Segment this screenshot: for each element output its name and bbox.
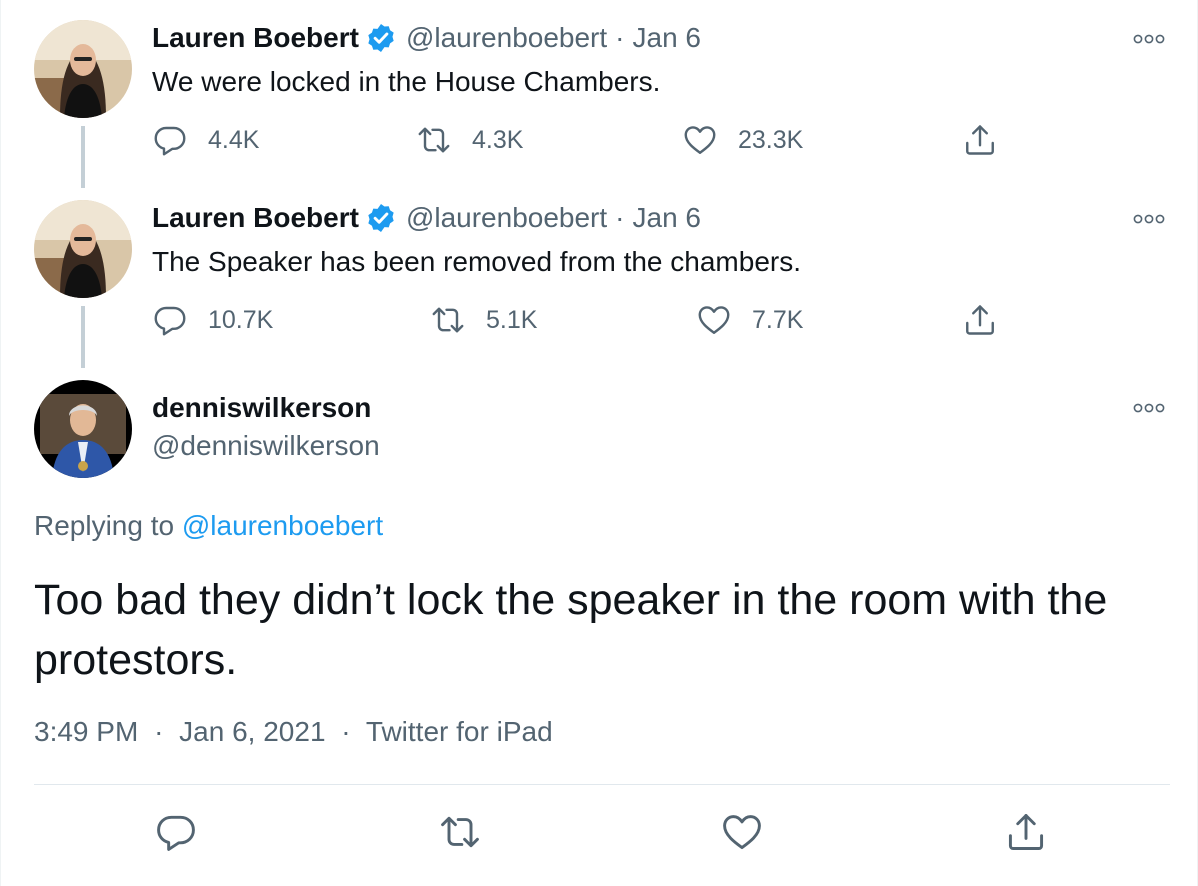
retweet-count: 4.3K: [472, 125, 524, 154]
main-tweet-actions: [0, 810, 1198, 860]
tweet-header: Lauren Boebert @laurenboebert · Jan 6: [152, 202, 701, 234]
author-name[interactable]: denniswilkerson: [152, 392, 371, 424]
tweet-date[interactable]: Jan 6: [633, 22, 702, 54]
author-handle[interactable]: @laurenboebert: [406, 22, 607, 54]
author-handle[interactable]: @denniswilkerson: [152, 430, 380, 462]
divider: [34, 784, 1170, 785]
verified-badge-icon: [365, 22, 397, 54]
avatar-photo: [34, 380, 132, 478]
avatar[interactable]: [34, 200, 132, 298]
separator: ·: [154, 716, 164, 747]
tweet-source[interactable]: Twitter for iPad: [366, 716, 553, 747]
retweet-icon: [430, 302, 466, 338]
thread-connector-line: [81, 306, 85, 368]
author-name[interactable]: Lauren Boebert: [152, 22, 359, 54]
reply-icon[interactable]: [154, 810, 198, 854]
thread-connector-line: [81, 126, 85, 188]
tweet-text: Too bad they didn’t lock the speaker in …: [34, 576, 1108, 684]
reply-icon: [152, 302, 188, 338]
retweet-icon[interactable]: [438, 810, 482, 854]
replying-to-label: Replying to: [34, 510, 175, 541]
separator: ·: [341, 716, 351, 747]
tweet-text: The Speaker has been removed from the ch…: [152, 246, 802, 277]
more-options-icon[interactable]: [1132, 33, 1166, 45]
tweet-date[interactable]: Jan 6, 2021: [179, 716, 325, 747]
reply-icon: [152, 122, 188, 158]
tweet-header: Lauren Boebert @laurenboebert · Jan 6: [152, 22, 701, 54]
tweet-metadata: 3:49 PM · Jan 6, 2021 · Twitter for iPad: [34, 716, 553, 748]
share-icon: [962, 122, 998, 158]
retweet-button[interactable]: 4.3K: [416, 122, 523, 158]
avatar[interactable]: [34, 380, 132, 478]
separator: ·: [615, 202, 625, 233]
retweet-count: 5.1K: [486, 305, 538, 334]
reply-button[interactable]: 10.7K: [152, 302, 273, 338]
tweet-time[interactable]: 3:49 PM: [34, 716, 138, 747]
more-options-icon[interactable]: [1132, 213, 1166, 225]
replying-to: Replying to @laurenboebert: [34, 510, 383, 542]
reply-button[interactable]: 4.4K: [152, 122, 259, 158]
retweet-icon: [416, 122, 452, 158]
reply-count: 10.7K: [208, 305, 274, 334]
share-button[interactable]: [962, 302, 1018, 338]
avatar-photo: [34, 200, 132, 298]
frame-left-edge: [0, 0, 1, 886]
like-count: 23.3K: [738, 125, 804, 154]
like-button[interactable]: 7.7K: [696, 302, 803, 338]
heart-icon[interactable]: [720, 810, 764, 854]
avatar[interactable]: [34, 20, 132, 118]
avatar-photo: [34, 20, 132, 118]
like-count: 7.7K: [752, 305, 804, 334]
more-options-icon[interactable]: [1132, 402, 1166, 414]
tweet-actions: 4.4K 4.3K 23.3K: [152, 122, 1018, 162]
heart-icon: [696, 302, 732, 338]
author-name[interactable]: Lauren Boebert: [152, 202, 359, 234]
verified-badge-icon: [365, 202, 397, 234]
heart-icon: [682, 122, 718, 158]
replying-to-link[interactable]: @laurenboebert: [182, 510, 383, 541]
tweet-text: We were locked in the House Chambers.: [152, 66, 661, 97]
author-handle[interactable]: @laurenboebert: [406, 202, 607, 234]
share-icon: [962, 302, 998, 338]
tweet-actions: 10.7K 5.1K 7.7K: [152, 302, 1018, 342]
like-button[interactable]: 23.3K: [682, 122, 803, 158]
share-button[interactable]: [962, 122, 1018, 158]
separator: ·: [615, 22, 625, 53]
retweet-button[interactable]: 5.1K: [430, 302, 537, 338]
share-icon[interactable]: [1004, 810, 1048, 854]
tweet-date[interactable]: Jan 6: [633, 202, 702, 234]
reply-count: 4.4K: [208, 125, 260, 154]
